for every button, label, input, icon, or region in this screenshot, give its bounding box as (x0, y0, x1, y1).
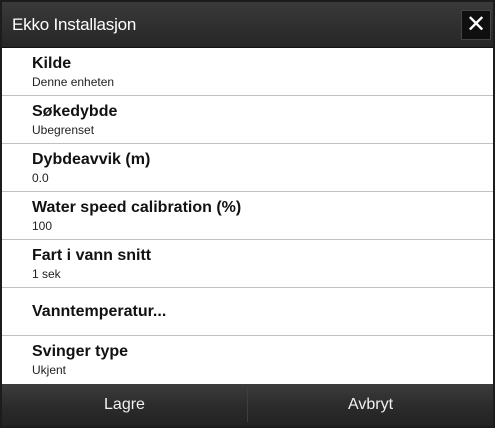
setting-label: Vanntemperatur... (32, 303, 167, 320)
setting-source[interactable]: Kilde Denne enheten (2, 48, 493, 96)
setting-search-depth[interactable]: Søkedybde Ubegrenset (2, 96, 493, 144)
setting-value: Ubegrenset (32, 123, 95, 137)
settings-list: Kilde Denne enheten Søkedybde Ubegrenset… (2, 48, 493, 384)
setting-water-temperature[interactable]: Vanntemperatur... (2, 288, 493, 336)
setting-value: Denne enheten (32, 75, 115, 89)
close-button[interactable]: ✕ (461, 10, 491, 40)
setting-value: 100 (32, 219, 53, 233)
save-button[interactable]: Lagre (2, 384, 247, 426)
setting-label: Dybdeavvik (m) (32, 151, 151, 168)
setting-value: 0.0 (32, 171, 49, 185)
setting-label: Svinger type (32, 343, 129, 360)
setting-label: Water speed calibration (%) (32, 199, 242, 216)
echo-installation-dialog: Ekko Installasjon ✕ Kilde Denne enheten … (0, 0, 495, 428)
dialog-footer: Lagre Avbryt (2, 384, 493, 426)
setting-label: Kilde (32, 55, 72, 72)
setting-water-speed-average[interactable]: Fart i vann snitt 1 sek (2, 240, 493, 288)
cancel-button[interactable]: Avbryt (248, 384, 493, 426)
setting-depth-offset[interactable]: Dybdeavvik (m) 0.0 (2, 144, 493, 192)
setting-transducer-type[interactable]: Svinger type Ukjent (2, 336, 493, 384)
setting-label: Søkedybde (32, 103, 118, 120)
dialog-titlebar: Ekko Installasjon ✕ (2, 2, 493, 48)
setting-label: Fart i vann snitt (32, 247, 152, 264)
dialog-title: Ekko Installasjon (12, 15, 137, 34)
setting-value: 1 sek (32, 267, 61, 281)
close-icon: ✕ (465, 11, 487, 38)
setting-water-speed-calibration[interactable]: Water speed calibration (%) 100 (2, 192, 493, 240)
setting-value: Ukjent (32, 363, 67, 377)
